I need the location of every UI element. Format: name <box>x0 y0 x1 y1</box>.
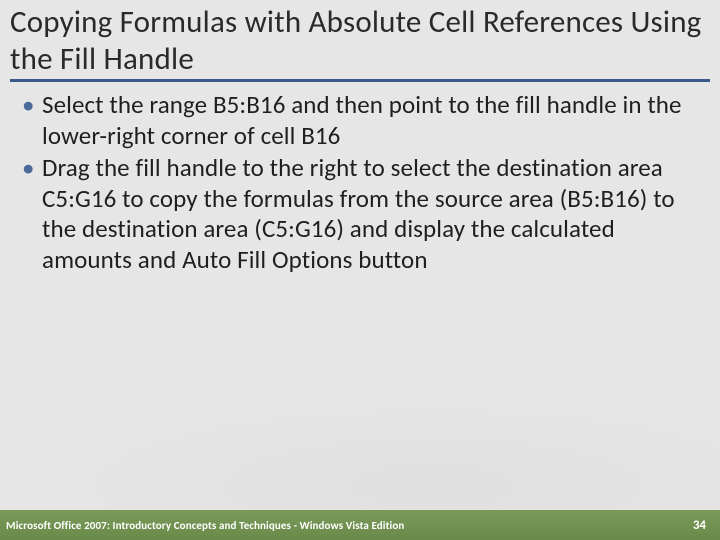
background-smudge <box>0 390 720 510</box>
list-item: Select the range B5:B16 and then point t… <box>18 90 702 151</box>
body-area: Select the range B5:B16 and then point t… <box>0 82 720 275</box>
page-number: 34 <box>693 518 706 533</box>
slide-title: Copying Formulas with Absolute Cell Refe… <box>10 4 710 77</box>
footer-bar: Microsoft Office 2007: Introductory Conc… <box>0 510 720 540</box>
list-item: Drag the fill handle to the right to sel… <box>18 153 702 275</box>
slide: Copying Formulas with Absolute Cell Refe… <box>0 0 720 540</box>
bullet-list: Select the range B5:B16 and then point t… <box>18 90 702 275</box>
footer-text: Microsoft Office 2007: Introductory Conc… <box>6 519 404 532</box>
title-area: Copying Formulas with Absolute Cell Refe… <box>0 0 720 82</box>
